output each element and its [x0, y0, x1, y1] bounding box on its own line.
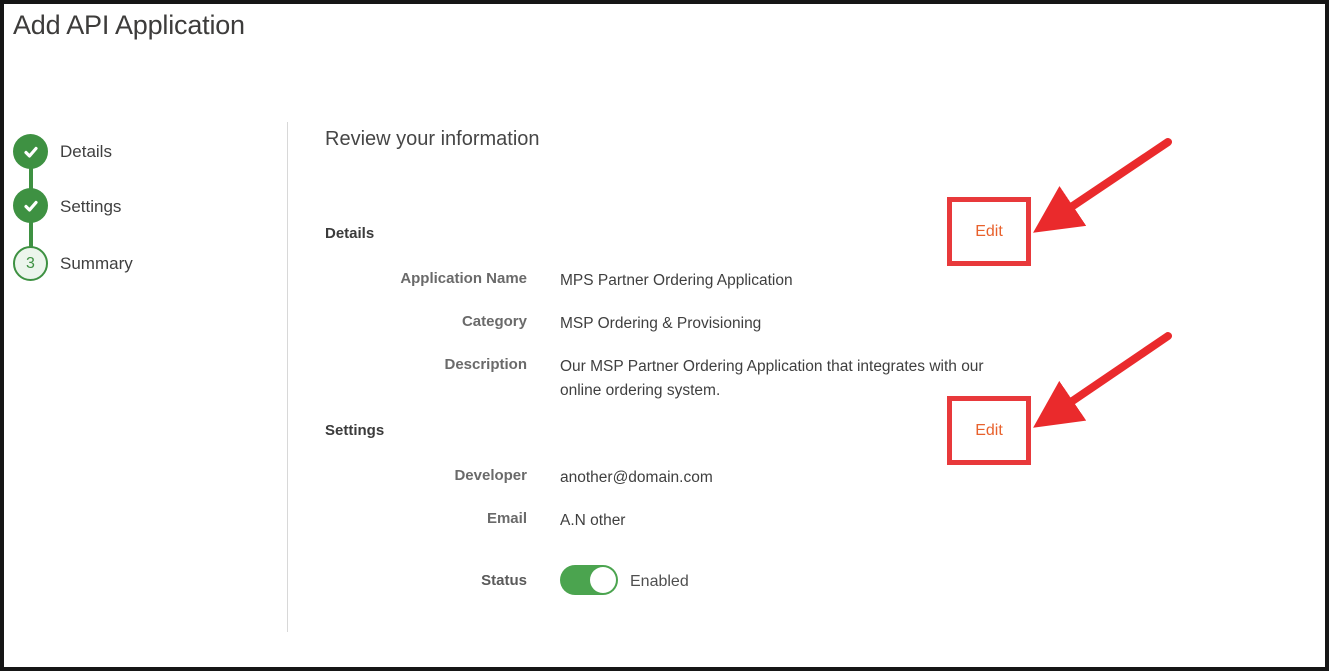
category-label: Category [325, 312, 527, 332]
step-details-circle[interactable] [13, 134, 48, 169]
status-toggle[interactable] [560, 565, 618, 595]
status-label: Status [325, 571, 527, 591]
step-summary-circle[interactable]: 3 [13, 246, 48, 281]
step-settings-label[interactable]: Settings [60, 197, 121, 217]
annotation-arrow [1043, 142, 1168, 226]
annotation-highlight-box: Edit [947, 197, 1031, 266]
step-number-badge: 3 [26, 255, 35, 273]
review-heading: Review your information [325, 128, 540, 151]
edit-settings-button[interactable]: Edit [975, 422, 1003, 440]
annotation-highlight-box: Edit [947, 396, 1031, 465]
check-icon [22, 197, 40, 215]
details-section-title: Details [325, 225, 374, 242]
edit-details-button[interactable]: Edit [975, 223, 1003, 241]
step-summary-label[interactable]: Summary [60, 254, 133, 274]
email-label: Email [325, 509, 527, 529]
step-details-label[interactable]: Details [60, 142, 112, 162]
category-value: MSP Ordering & Provisioning [560, 312, 761, 336]
description-value: Our MSP Partner Ordering Application tha… [560, 355, 1012, 403]
annotation-arrow [1043, 336, 1168, 421]
developer-label: Developer [325, 466, 527, 486]
status-value: Enabled [630, 573, 689, 591]
sidebar-divider [287, 122, 288, 632]
email-value: A.N other [560, 509, 625, 533]
developer-value: another@domain.com [560, 466, 713, 490]
application-name-value: MPS Partner Ordering Application [560, 269, 793, 293]
settings-section-title: Settings [325, 422, 384, 439]
page-title: Add API Application [13, 10, 245, 41]
description-label: Description [325, 355, 527, 375]
toggle-knob [590, 567, 616, 593]
application-name-label: Application Name [325, 269, 527, 289]
add-api-application-page: { "page": { "title": "Add API Applicatio… [0, 0, 1329, 671]
step-settings-circle[interactable] [13, 188, 48, 223]
check-icon [22, 143, 40, 161]
